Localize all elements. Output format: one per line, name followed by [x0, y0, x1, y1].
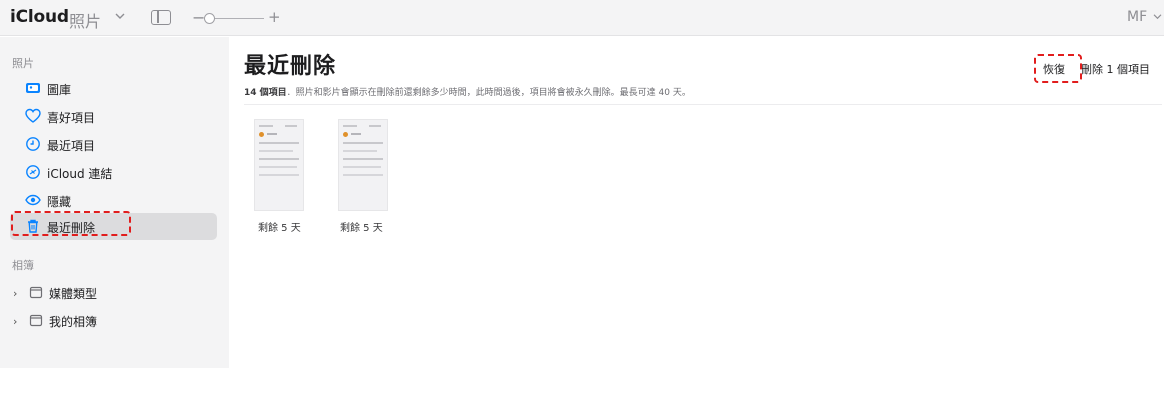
header-divider — [244, 104, 1162, 105]
sidebar-toggle-icon[interactable] — [151, 10, 171, 25]
photo-thumbnail[interactable] — [338, 119, 388, 211]
zoom-in-button[interactable]: + — [268, 8, 281, 26]
restore-button[interactable]: 恢復 — [1043, 61, 1065, 77]
app-brand: iCloud — [10, 7, 69, 27]
trash-icon — [28, 219, 38, 233]
app-section-title[interactable]: 照片 — [69, 8, 101, 32]
retention-note: ．照片和影片會顯示在刪除前還剩餘多少時間，此時間過後，項目將會被永久刪除。最長可… — [286, 88, 691, 98]
delete-button[interactable]: 刪除 1 個項目 — [1081, 61, 1150, 77]
top-bar: iCloud 照片 − + MF — [0, 0, 1164, 36]
item-count: 14 個項目 — [244, 88, 287, 98]
sidebar: 照片 圖庫 喜好項目 最近項目 iCloud 連結 隱藏 最近刪除 相簿 › 媒… — [0, 37, 229, 368]
sidebar-group-label: 媒體類型 — [49, 287, 98, 301]
photo-thumbnail[interactable] — [254, 119, 304, 211]
thumbnail-caption: 剩餘 5 天 — [258, 223, 301, 234]
page-subtitle: 14 個項目．照片和影片會顯示在刪除前還剩餘多少時間，此時間過後，項目將會被永久… — [244, 85, 691, 98]
chevron-right-icon[interactable]: › — [13, 287, 17, 300]
folder-icon — [29, 314, 43, 327]
sidebar-section-photos: 照片 — [12, 57, 34, 70]
sidebar-item-label: 最近項目 — [47, 139, 96, 153]
sidebar-item-label: 喜好項目 — [47, 111, 96, 125]
chevron-down-icon[interactable] — [1153, 13, 1162, 20]
clock-icon — [26, 137, 40, 151]
zoom-slider[interactable] — [207, 18, 264, 19]
account-menu[interactable]: MF — [1127, 9, 1147, 25]
sidebar-group-label: 我的相簿 — [49, 315, 98, 329]
thumbnail-caption: 剩餘 5 天 — [340, 223, 383, 234]
sidebar-group-media-types[interactable]: › 媒體類型 — [10, 281, 217, 305]
zoom-slider-knob[interactable] — [204, 13, 215, 24]
sidebar-item-icloud-links[interactable]: iCloud 連結 — [10, 159, 217, 186]
sidebar-item-library[interactable]: 圖庫 — [10, 75, 217, 102]
chevron-down-icon[interactable] — [115, 12, 125, 20]
sidebar-group-my-albums[interactable]: › 我的相簿 — [10, 309, 217, 333]
sidebar-item-label: 最近刪除 — [47, 221, 96, 235]
photo-library-icon — [26, 83, 40, 93]
sidebar-item-label: iCloud 連結 — [47, 167, 113, 181]
eye-hidden-icon — [25, 194, 41, 206]
sidebar-item-recently-deleted[interactable]: 最近刪除 — [10, 213, 217, 240]
main-content: 最近刪除 14 個項目．照片和影片會顯示在刪除前還剩餘多少時間，此時間過後，項目… — [230, 37, 1164, 368]
sidebar-item-favorites[interactable]: 喜好項目 — [10, 103, 217, 130]
sidebar-item-recents[interactable]: 最近項目 — [10, 131, 217, 158]
folder-icon — [29, 286, 43, 299]
sidebar-item-hidden[interactable]: 隱藏 — [10, 187, 217, 214]
chevron-right-icon[interactable]: › — [13, 315, 17, 328]
page-title: 最近刪除 — [244, 54, 337, 79]
heart-icon — [25, 108, 41, 123]
sidebar-section-albums: 相簿 — [12, 259, 34, 272]
cloud-link-icon — [26, 165, 40, 179]
sidebar-item-label: 隱藏 — [47, 195, 72, 209]
sidebar-item-label: 圖庫 — [47, 83, 72, 97]
